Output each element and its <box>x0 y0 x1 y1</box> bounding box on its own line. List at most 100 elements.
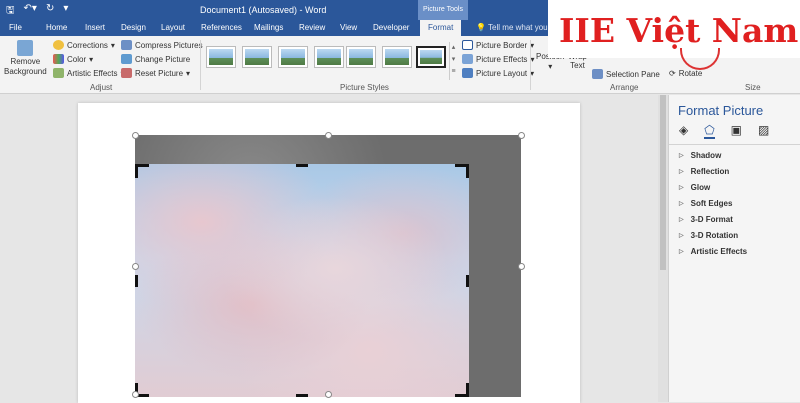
remove-background-button[interactable]: Remove Background <box>4 40 47 76</box>
crop-handle-top-left[interactable] <box>135 164 149 178</box>
selection-pane-label: Selection Pane <box>606 69 660 79</box>
section-reflection[interactable]: ▷ Reflection <box>679 167 729 176</box>
document-page[interactable] <box>78 103 580 403</box>
tab-layout[interactable]: Layout <box>161 23 185 32</box>
lightbulb-icon: 💡 <box>476 23 489 32</box>
picture-layout-button[interactable]: Picture Layout ▾ <box>462 68 534 78</box>
pane-divider <box>669 144 800 145</box>
tab-view[interactable]: View <box>340 23 357 32</box>
remove-background-icon <box>17 40 34 56</box>
chevron-down-icon: ▾ <box>110 40 115 50</box>
gallery-scroll[interactable]: ▴ ▾ ≡ <box>449 42 457 80</box>
quick-access-toolbar: 🖫 ↶▾ ↻ ▾ <box>6 3 68 20</box>
tab-home[interactable]: Home <box>46 23 67 32</box>
crop-handle-top[interactable] <box>296 164 308 167</box>
picture-border-label: Picture Border <box>476 40 528 50</box>
picture-style-thumb-selected[interactable] <box>416 46 446 68</box>
picture-border-icon <box>462 40 473 50</box>
remove-background-label-2: Background <box>4 67 47 76</box>
size-group-label: Size <box>745 83 761 92</box>
artistic-effects-button[interactable]: Artistic Effects▾ <box>53 68 125 78</box>
crop-handle-left[interactable] <box>135 275 138 287</box>
change-picture-label: Change Picture <box>135 54 191 64</box>
tab-mailings[interactable]: Mailings <box>254 23 283 32</box>
resize-handle-top-right[interactable] <box>518 132 525 139</box>
crop-handle-right[interactable] <box>466 275 469 287</box>
tab-developer[interactable]: Developer <box>373 23 409 32</box>
picture-style-thumb[interactable] <box>242 46 272 68</box>
selection-pane-icon <box>592 69 603 79</box>
expand-icon: ▷ <box>679 249 684 255</box>
picture-style-thumb[interactable] <box>278 46 308 68</box>
selection-pane-button[interactable]: Selection Pane <box>592 69 660 79</box>
resize-handle-left[interactable] <box>132 263 139 270</box>
section-shadow[interactable]: ▷ Shadow <box>679 151 721 160</box>
crop-handle-bottom[interactable] <box>296 394 308 397</box>
section-soft-edges[interactable]: ▷ Soft Edges <box>679 199 732 208</box>
crop-handle-top-right[interactable] <box>455 164 469 178</box>
remove-background-label: Remove <box>10 57 41 66</box>
redo-icon[interactable]: ↻ <box>46 3 54 20</box>
resize-handle-right[interactable] <box>518 263 525 270</box>
color-icon <box>53 54 64 64</box>
picture-border-button[interactable]: Picture Border ▾ <box>462 40 534 50</box>
expand-icon: ▷ <box>679 153 684 159</box>
picture-style-thumb[interactable] <box>346 46 376 68</box>
pane-title: Format Picture <box>678 103 764 118</box>
expand-icon: ▷ <box>679 217 684 223</box>
color-label: Color <box>67 54 87 64</box>
picture-layout-icon <box>462 68 473 78</box>
section-artistic-effects[interactable]: ▷ Artistic Effects <box>679 247 747 256</box>
section-3d-format[interactable]: ▷ 3-D Format <box>679 215 733 224</box>
tab-insert[interactable]: Insert <box>85 23 105 32</box>
resize-handle-top-left[interactable] <box>132 132 139 139</box>
fill-line-icon[interactable]: ◈ <box>679 123 688 139</box>
picture-effects-label: Picture Effects <box>476 54 528 64</box>
cloud-picture[interactable] <box>135 164 469 397</box>
resize-handle-top[interactable] <box>325 132 332 139</box>
picture-style-thumb[interactable] <box>382 46 412 68</box>
resize-handle-bottom[interactable] <box>325 391 332 398</box>
section-label: 3-D Rotation <box>690 231 739 240</box>
tab-format[interactable]: Format <box>420 20 462 36</box>
change-picture-button[interactable]: Change Picture <box>121 54 190 64</box>
tab-references[interactable]: References <box>201 23 242 32</box>
picture-effects-button[interactable]: Picture Effects ▾ <box>462 54 534 64</box>
corrections-button[interactable]: Corrections ▾ <box>53 40 115 50</box>
layout-properties-icon[interactable]: ▣ <box>731 123 742 139</box>
rotate-icon: ⟳ <box>669 69 676 78</box>
save-icon[interactable]: 🖫 <box>6 3 15 20</box>
rotate-button[interactable]: ⟳ Rotate <box>669 69 702 78</box>
group-divider <box>200 40 201 90</box>
picture-icon[interactable]: ▨ <box>758 123 769 139</box>
reset-picture-button[interactable]: Reset Picture ▾ <box>121 68 190 78</box>
scrollbar-thumb[interactable] <box>660 95 666 270</box>
chevron-down-icon: ▾ <box>530 54 535 64</box>
crop-handle-bottom-right[interactable] <box>455 383 469 397</box>
compress-pictures-button[interactable]: Compress Pictures <box>121 40 203 50</box>
expand-icon: ▷ <box>679 233 684 239</box>
color-button[interactable]: Color ▾ <box>53 54 93 64</box>
customize-icon[interactable]: ▾ <box>63 3 68 20</box>
picture-style-thumb[interactable] <box>314 46 344 68</box>
effects-icon[interactable]: ⬠ <box>704 123 715 139</box>
tab-design[interactable]: Design <box>121 23 146 32</box>
wrap-text-label-2: Text <box>570 61 585 70</box>
corrections-icon <box>53 40 64 50</box>
picture-style-thumb[interactable] <box>206 46 236 68</box>
corrections-label: Corrections <box>67 40 108 50</box>
pane-tabs: ◈ ⬠ ▣ ▨ <box>679 123 769 139</box>
picture-layout-label: Picture Layout <box>476 68 528 78</box>
vertical-scrollbar[interactable] <box>658 95 668 402</box>
section-label: Shadow <box>690 151 722 160</box>
tab-file[interactable]: File <box>9 23 22 32</box>
section-label: Glow <box>690 183 711 192</box>
section-glow[interactable]: ▷ Glow <box>679 183 710 192</box>
resize-handle-bottom-left[interactable] <box>132 391 139 398</box>
artistic-effects-icon <box>53 68 64 78</box>
section-3d-rotation[interactable]: ▷ 3-D Rotation <box>679 231 738 240</box>
tab-review[interactable]: Review <box>299 23 325 32</box>
arrange-group-label: Arrange <box>610 83 639 92</box>
reset-picture-icon <box>121 68 132 78</box>
undo-icon[interactable]: ↶▾ <box>24 3 37 20</box>
